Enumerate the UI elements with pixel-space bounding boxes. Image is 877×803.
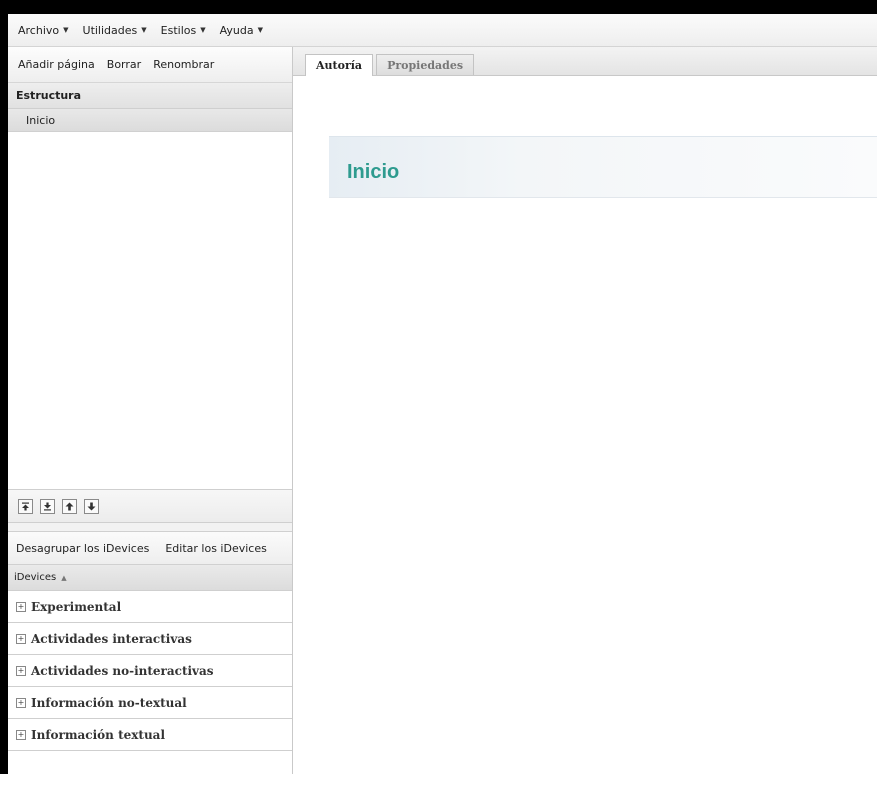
idevices-toolbar: Desagrupar los iDevices Editar los iDevi… <box>8 532 292 565</box>
category-experimental[interactable]: + Experimental <box>8 591 292 623</box>
tab-propiedades[interactable]: Propiedades <box>376 54 475 75</box>
category-informacion-no-textual[interactable]: + Información no-textual <box>8 687 292 719</box>
rename-button[interactable]: Renombrar <box>153 58 214 71</box>
menu-label: Estilos <box>160 23 197 37</box>
menu-archivo[interactable]: Archivo ▼ <box>18 24 69 37</box>
move-bottom-icon[interactable] <box>40 498 55 514</box>
page-header-banner: Inicio <box>329 136 877 198</box>
menu-label: Utilidades <box>82 23 138 37</box>
delete-button[interactable]: Borrar <box>107 58 141 71</box>
right-panel: Autoría Propiedades Inicio <box>293 47 877 774</box>
expand-icon: + <box>16 665 26 676</box>
category-actividades-no-interactivas[interactable]: + Actividades no-interactivas <box>8 655 292 687</box>
sort-up-icon: ▲ <box>61 573 67 582</box>
tab-strip: Autoría Propiedades <box>293 47 877 76</box>
move-up-icon[interactable] <box>62 498 77 514</box>
move-down-icon[interactable] <box>84 498 99 514</box>
structure-toolbar: Añadir página Borrar Renombrar <box>8 47 292 83</box>
menu-estilos[interactable]: Estilos ▼ <box>161 24 206 37</box>
expand-icon: + <box>16 729 26 740</box>
page-title: Inicio <box>347 161 400 183</box>
left-panel: Añadir página Borrar Renombrar Estructur… <box>8 47 293 774</box>
category-actividades-interactivas[interactable]: + Actividades interactivas <box>8 623 292 655</box>
menu-label: Ayuda <box>219 23 254 37</box>
menu-label: Archivo <box>18 23 60 37</box>
category-informacion-textual[interactable]: + Información textual <box>8 719 292 751</box>
menu-ayuda[interactable]: Ayuda ▼ <box>220 24 263 37</box>
tree-node-inicio[interactable]: Inicio <box>8 109 292 132</box>
idevices-header[interactable]: iDevices ▲ <box>8 565 292 591</box>
ungroup-idevices-button[interactable]: Desagrupar los iDevices <box>16 542 149 555</box>
category-label: Experimental <box>31 599 122 614</box>
caret-down-icon: ▼ <box>200 26 206 34</box>
structure-header: Estructura <box>8 83 292 109</box>
category-label: Actividades no-interactivas <box>31 663 214 678</box>
tab-autoria[interactable]: Autoría <box>305 54 374 76</box>
category-label: Actividades interactivas <box>31 631 192 646</box>
structure-tree: Inicio <box>8 109 292 489</box>
add-page-button[interactable]: Añadir página <box>18 58 95 71</box>
caret-down-icon: ▼ <box>63 26 69 34</box>
category-label: Información textual <box>31 727 166 742</box>
splitter[interactable] <box>8 523 292 532</box>
node-nav-row <box>8 489 292 523</box>
tree-node-label: Inicio <box>26 113 56 127</box>
menu-utilidades[interactable]: Utilidades ▼ <box>83 24 147 37</box>
expand-icon: + <box>16 633 26 644</box>
menubar: Archivo ▼ Utilidades ▼ Estilos ▼ Ayuda ▼ <box>8 14 877 47</box>
authoring-content: Inicio <box>293 76 877 803</box>
caret-down-icon: ▼ <box>257 26 263 34</box>
category-label: Información no-textual <box>31 695 187 710</box>
expand-icon: + <box>16 601 26 612</box>
idevices-header-label: iDevices <box>14 572 57 583</box>
expand-icon: + <box>16 697 26 708</box>
edit-idevices-button[interactable]: Editar los iDevices <box>165 542 266 555</box>
caret-down-icon: ▼ <box>141 26 147 34</box>
move-top-icon[interactable] <box>18 498 33 514</box>
